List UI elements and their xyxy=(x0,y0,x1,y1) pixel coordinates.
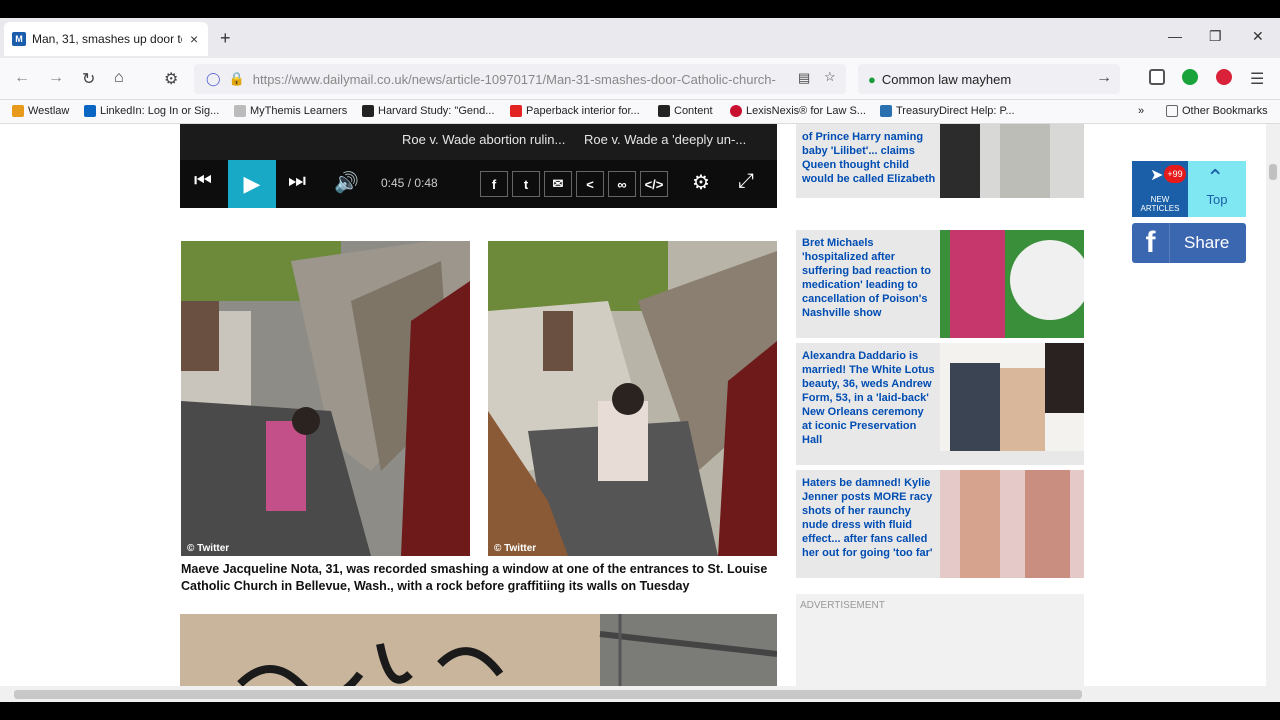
previous-icon[interactable]: ⏮ xyxy=(194,170,212,193)
chevron-up-icon: ⌃ xyxy=(1206,165,1225,190)
vertical-scrollbar[interactable] xyxy=(1266,124,1280,686)
photo-caption: Maeve Jacqueline Nota, 31, was recorded … xyxy=(181,562,768,593)
bookmark-item[interactable]: TreasuryDirect Help: P... xyxy=(880,105,1015,117)
story-thumbnail[interactable] xyxy=(940,124,1084,198)
tab-strip: M Man, 31, smashes up door to C × + — ❐ … xyxy=(0,18,1280,58)
related-video-link[interactable]: Roe v. Wade abortion rulin... xyxy=(402,132,565,147)
back-icon[interactable]: ← xyxy=(14,69,30,87)
extension-red-icon[interactable] xyxy=(1216,69,1232,85)
close-window-icon[interactable]: ✕ xyxy=(1252,28,1264,45)
advertisement-label: ADVERTISEMENT xyxy=(800,600,885,611)
share-label: Share xyxy=(1184,233,1230,252)
reader-view-icon[interactable]: ▤ xyxy=(798,70,810,86)
link-icon[interactable]: ∞ xyxy=(608,171,636,197)
forward-icon[interactable]: → xyxy=(48,69,64,87)
article-photo-graffiti[interactable] xyxy=(180,614,777,686)
story-headline[interactable]: of Prince Harry naming baby 'Lilibet'...… xyxy=(802,130,936,186)
url-text: https://www.dailymail.co.uk/news/article… xyxy=(252,71,776,87)
surveillance-photo-left xyxy=(181,241,470,556)
photo-credit: © Twitter xyxy=(494,543,537,554)
email-share-icon[interactable]: ✉ xyxy=(544,171,572,197)
facebook-icon: f xyxy=(1132,223,1170,263)
extension-green-icon[interactable] xyxy=(1182,69,1198,85)
play-icon: ▶ xyxy=(243,171,261,196)
address-bar[interactable]: ◯ 🔒 https://www.dailymail.co.uk/news/art… xyxy=(194,64,846,94)
facebook-share-icon[interactable]: f xyxy=(480,171,508,197)
story-headline[interactable]: Alexandra Daddario is married! The White… xyxy=(802,349,936,447)
player-controls: ⏮ ▶ ⏭ 🔊 0:45 / 0:48 f t ✉ < ∞ </> ⚙ ⤢ xyxy=(180,160,777,208)
horizontal-scrollbar[interactable] xyxy=(0,686,1280,702)
graffiti-photo xyxy=(180,614,777,686)
video-player[interactable]: Roe v. Wade abortion rulin... Roe v. Wad… xyxy=(180,124,777,208)
sidebar-story[interactable]: Alexandra Daddario is married! The White… xyxy=(796,343,1084,465)
search-bar[interactable]: ● Common law mayhem → xyxy=(858,64,1120,94)
extensions-icon[interactable]: ⚙ xyxy=(164,69,178,89)
new-articles-count-badge: +99 xyxy=(1164,165,1186,183)
article-photo-left[interactable]: © Twitter xyxy=(181,241,470,556)
sidebar-story[interactable]: Haters be damned! Kylie Jenner posts MOR… xyxy=(796,470,1084,578)
bookmark-item[interactable]: MyThemis Learners xyxy=(234,105,347,117)
menu-icon[interactable]: ☰ xyxy=(1250,69,1264,89)
bookmark-item[interactable]: Westlaw xyxy=(12,105,69,117)
more-bookmarks-icon[interactable]: » xyxy=(1138,105,1144,117)
bookmark-item[interactable]: LexisNexis® for Law S... xyxy=(730,105,866,117)
settings-gear-icon[interactable]: ⚙ xyxy=(692,170,710,195)
search-engine-icon: ● xyxy=(868,71,876,87)
scroll-thumb[interactable] xyxy=(14,690,1082,699)
playback-time: 0:45 / 0:48 xyxy=(381,176,438,190)
restore-icon[interactable]: ❐ xyxy=(1209,28,1222,45)
navigation-bar: ← → ↻ ⌂ ⚙ ◯ 🔒 https://www.dailymail.co.u… xyxy=(0,58,1280,100)
scroll-thumb[interactable] xyxy=(1269,164,1277,180)
pocket-icon[interactable] xyxy=(1149,69,1165,85)
story-headline[interactable]: Haters be damned! Kylie Jenner posts MOR… xyxy=(802,476,936,560)
story-thumbnail[interactable] xyxy=(940,343,1084,451)
tab-title: Man, 31, smashes up door to C xyxy=(32,32,182,46)
next-icon[interactable]: ⏭ xyxy=(288,170,306,193)
home-icon[interactable]: ⌂ xyxy=(114,69,124,87)
tab-close-icon[interactable]: × xyxy=(190,31,198,47)
dailymail-favicon-icon: M xyxy=(12,32,26,46)
top-label: Top xyxy=(1206,192,1228,207)
article-photo-right[interactable]: © Twitter xyxy=(488,241,777,556)
photo-credit: © Twitter xyxy=(187,543,230,554)
surveillance-photo-right xyxy=(488,241,777,556)
search-go-icon[interactable]: → xyxy=(1096,69,1112,87)
bookmark-star-icon[interactable]: ☆ xyxy=(824,69,836,85)
shield-icon: ◯ xyxy=(206,71,221,86)
story-thumbnail[interactable] xyxy=(940,470,1084,578)
browser-window: M Man, 31, smashes up door to C × + — ❐ … xyxy=(0,18,1280,702)
lock-icon: 🔒 xyxy=(228,71,245,86)
volume-icon[interactable]: 🔊 xyxy=(334,170,359,195)
advertisement-slot: ADVERTISEMENT xyxy=(796,594,1084,686)
reload-icon[interactable]: ↻ xyxy=(82,69,95,89)
bookmark-item[interactable]: Content xyxy=(658,105,713,117)
related-video-link[interactable]: Roe v. Wade a 'deeply un-... xyxy=(584,132,746,147)
new-tab-button[interactable]: + xyxy=(220,28,231,49)
back-to-top-button[interactable]: ⌃ Top xyxy=(1188,161,1246,217)
story-headline[interactable]: Bret Michaels 'hospitalized after suffer… xyxy=(802,236,936,320)
other-bookmarks[interactable]: Other Bookmarks xyxy=(1166,105,1268,117)
share-icon[interactable]: < xyxy=(576,171,604,197)
fullscreen-icon[interactable]: ⤢ xyxy=(738,170,754,193)
bookmark-item[interactable]: Harvard Study: "Gend... xyxy=(362,105,494,117)
play-button[interactable]: ▶ xyxy=(228,160,276,208)
facebook-share-button[interactable]: f Share xyxy=(1132,223,1246,263)
embed-icon[interactable]: </> xyxy=(640,171,668,197)
bookmark-item[interactable]: LinkedIn: Log In or Sig... xyxy=(84,105,219,117)
twitter-share-icon[interactable]: t xyxy=(512,171,540,197)
new-articles-icon: ➤ xyxy=(1150,167,1164,184)
search-query: Common law mayhem xyxy=(881,71,1012,87)
bookmarks-bar: Westlaw LinkedIn: Log In or Sig... MyThe… xyxy=(0,100,1280,124)
sidebar-story[interactable]: Bret Michaels 'hospitalized after suffer… xyxy=(796,230,1084,338)
story-thumbnail[interactable] xyxy=(940,230,1084,338)
active-tab[interactable]: M Man, 31, smashes up door to C × xyxy=(4,22,208,56)
minimize-icon[interactable]: — xyxy=(1168,28,1182,44)
bookmark-item[interactable]: Paperback interior for... xyxy=(510,105,640,117)
sidebar-story[interactable]: of Prince Harry naming baby 'Lilibet'...… xyxy=(796,124,1084,198)
new-articles-label: NEW ARTICLES xyxy=(1140,195,1180,213)
page-content: Roe v. Wade abortion rulin... Roe v. Wad… xyxy=(0,124,1266,686)
